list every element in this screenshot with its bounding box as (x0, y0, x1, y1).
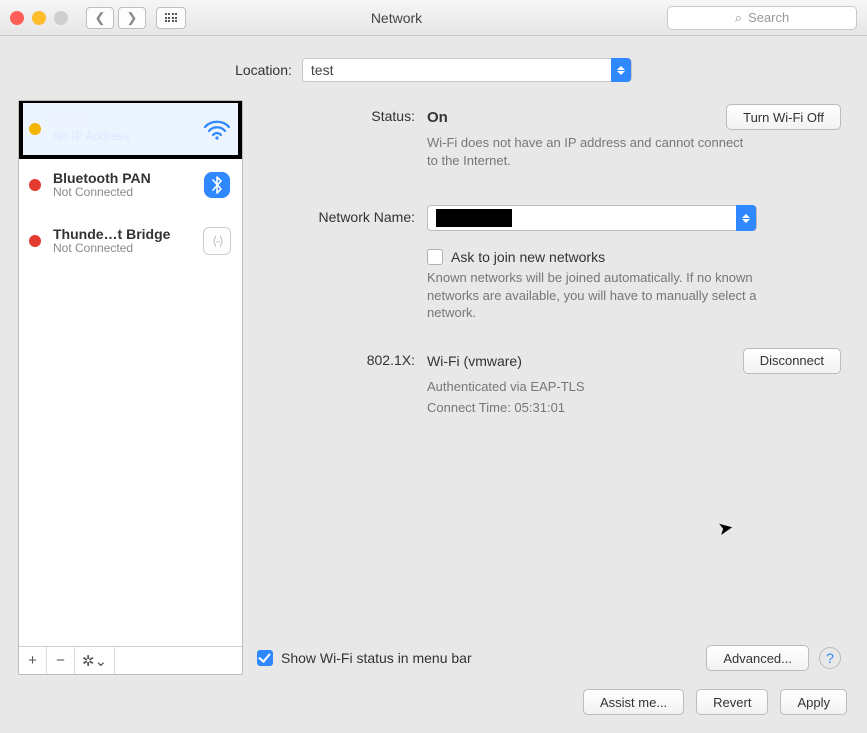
wifi-toggle-button[interactable]: Turn Wi-Fi Off (726, 104, 841, 130)
dropdown-stepper-icon (736, 205, 756, 231)
status-value: On (427, 109, 448, 126)
revert-button[interactable]: Revert (696, 689, 768, 715)
back-button[interactable]: ❮ (86, 7, 114, 29)
ask-to-join-checkbox[interactable] (427, 249, 443, 265)
ask-to-join-subtext: Known networks will be joined automatica… (427, 269, 757, 322)
dot1x-connect-time: Connect Time: 05:31:01 (427, 399, 757, 417)
status-label: Status: (257, 104, 427, 124)
titlebar: ❮ ❯ Network ⌕ Search (0, 0, 867, 36)
status-dot-icon (29, 235, 41, 247)
network-name-label: Network Name: (257, 205, 427, 225)
dot1x-profile-name: Wi-Fi (vmware) (427, 353, 522, 369)
network-name-value-redacted (436, 209, 512, 227)
dot1x-disconnect-button[interactable]: Disconnect (743, 348, 841, 374)
interface-sidebar: Wi-Fi No IP Address (18, 100, 243, 675)
interface-name: Bluetooth PAN (53, 170, 202, 186)
dot1x-label: 802.1X: (257, 348, 427, 368)
ask-to-join-label: Ask to join new networks (451, 249, 605, 265)
interface-item-thunderbolt-bridge[interactable]: Thunde…t Bridge Not Connected ⟨··⟩ (19, 213, 242, 269)
interface-item-bluetooth-pan[interactable]: Bluetooth PAN Not Connected (19, 157, 242, 213)
assist-me-button[interactable]: Assist me... (583, 689, 684, 715)
interface-status: Not Connected (53, 242, 202, 256)
window-title: Network (136, 10, 657, 26)
thunderbolt-bridge-icon: ⟨··⟩ (202, 226, 232, 256)
close-window-button[interactable] (10, 11, 24, 25)
advanced-button[interactable]: Advanced... (706, 645, 809, 671)
zoom-window-button[interactable] (54, 11, 68, 25)
apply-button[interactable]: Apply (780, 689, 847, 715)
network-name-select[interactable] (427, 205, 757, 231)
interface-actions-menu[interactable]: ✲⌄ (75, 647, 115, 674)
sidebar-footer: + − ✲⌄ (19, 646, 242, 674)
status-dot-icon (29, 179, 41, 191)
interface-status: Not Connected (53, 186, 202, 200)
add-interface-button[interactable]: + (19, 647, 47, 674)
remove-interface-button[interactable]: − (47, 647, 75, 674)
interface-name: Thunde…t Bridge (53, 226, 202, 242)
status-subtext: Wi-Fi does not have an IP address and ca… (427, 134, 757, 169)
dropdown-stepper-icon (611, 58, 631, 82)
bluetooth-icon (202, 170, 232, 200)
bottom-button-bar: Assist me... Revert Apply (0, 675, 867, 733)
location-select[interactable]: test (302, 58, 632, 82)
search-icon: ⌕ (735, 10, 742, 26)
dot1x-auth-text: Authenticated via EAP-TLS (427, 378, 757, 396)
show-in-menubar-checkbox[interactable] (257, 650, 273, 666)
location-value: test (311, 62, 334, 78)
detail-pane: Status: On Turn Wi-Fi Off Wi-Fi does not… (257, 100, 849, 675)
help-button[interactable]: ? (819, 647, 841, 669)
show-in-menubar-label: Show Wi-Fi status in menu bar (281, 650, 472, 666)
interface-item-wifi[interactable]: Wi-Fi No IP Address (19, 101, 242, 157)
annotation-highlight (19, 101, 242, 159)
location-row: Location: test (0, 36, 867, 100)
location-label: Location: (235, 62, 292, 78)
search-input[interactable]: ⌕ Search (667, 6, 857, 30)
minimize-window-button[interactable] (32, 11, 46, 25)
search-placeholder: Search (748, 10, 789, 25)
window-controls (10, 11, 68, 25)
